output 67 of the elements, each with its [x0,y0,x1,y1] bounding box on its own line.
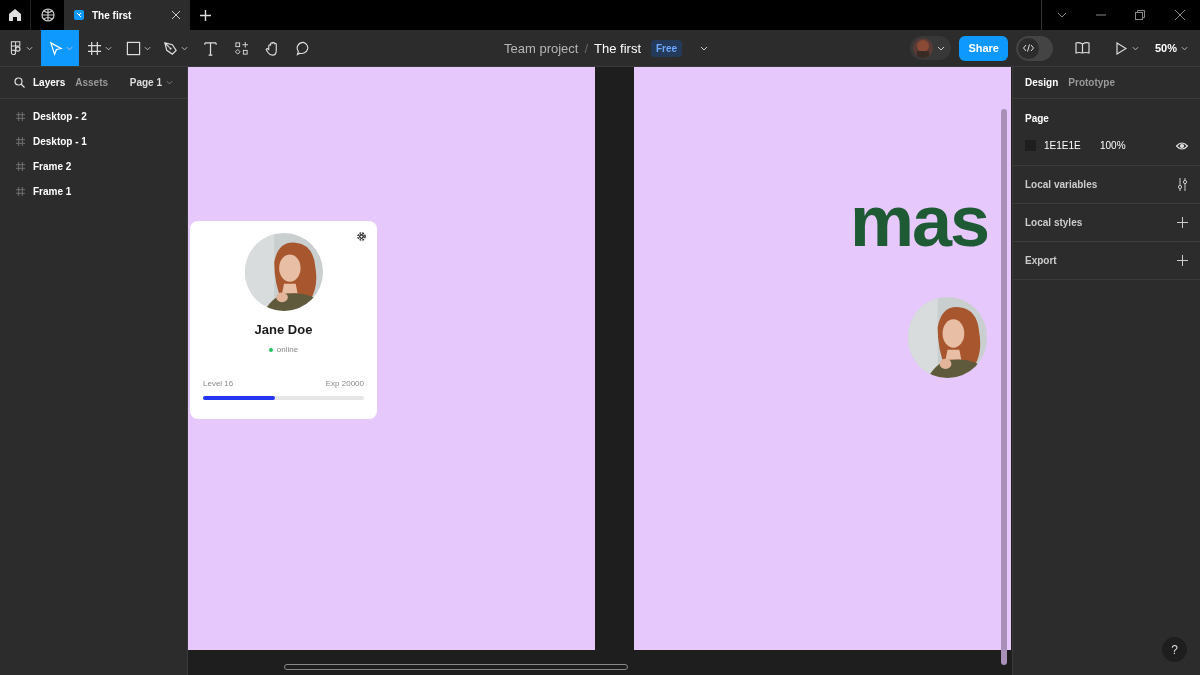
panel-tab[interactable]: Design [1025,75,1059,90]
vertical-scrollbar[interactable] [1001,109,1007,665]
sliders-icon[interactable] [1177,178,1188,191]
rectangle-icon [125,40,141,56]
plus-icon [199,9,211,21]
close-icon [1175,10,1185,20]
chevron-down-icon [1131,45,1139,51]
frame-icon [16,137,25,146]
globe-icon [40,8,55,22]
status-label: online [276,343,299,356]
section-title[interactable]: Export [1025,253,1057,268]
dev-mode-toggle[interactable] [1015,35,1053,61]
file-tab[interactable]: The first [64,0,190,30]
level-label: Level 16 [203,377,234,390]
restore-icon [1135,10,1145,20]
layer-item[interactable]: Frame 1 [33,184,72,199]
frame-icon [16,187,25,196]
project-name[interactable]: Team project [504,38,579,59]
present-button[interactable] [1115,41,1139,55]
logo-icon [8,40,23,56]
plus-icon[interactable] [1177,217,1188,228]
panel-tab[interactable]: Layers [33,75,66,90]
plan-badge: Free [651,40,683,57]
minimize-icon [1096,14,1106,16]
color-value[interactable]: 1E1E1E [1044,138,1100,153]
horizontal-scrollbar[interactable] [284,664,628,670]
exp-label: Exp 20000 [325,377,364,390]
home-icon [8,8,22,22]
frame-icon [16,162,25,171]
book-icon[interactable] [1074,42,1090,54]
section-title[interactable]: Local styles [1025,215,1083,230]
file-icon [74,10,84,20]
profile-name: Jane Doe [254,321,313,339]
plus-icon[interactable] [1177,255,1188,266]
frame-icon [16,112,25,121]
file-name[interactable]: The first [594,38,641,59]
chevron-down-icon [1181,45,1188,51]
section-title: Page [1025,112,1050,126]
close-icon[interactable] [172,11,180,19]
chevron-down-icon [1057,12,1067,18]
layer-item[interactable]: Desktop - 2 [33,109,87,124]
breadcrumb-separator: / [584,39,589,58]
panel-tab[interactable]: Prototype [1068,75,1115,90]
zoom-menu[interactable]: 50% [1154,39,1188,57]
play-icon [1115,41,1127,55]
headline-text: mas [850,185,989,257]
chevron-down-icon [166,80,173,85]
opacity-value[interactable]: 100% [1100,138,1126,153]
page-menu[interactable]: Page 1 [129,75,173,90]
section-title[interactable]: Local variables [1025,177,1098,192]
help-button[interactable]: ? [1162,637,1187,662]
code-icon [1022,44,1034,52]
speech-bubble-icon [296,40,311,56]
hand-icon [265,40,280,56]
frame-icon [87,40,102,56]
pen-icon [163,40,178,56]
chevron-down-icon [937,45,946,51]
text-icon [203,40,218,56]
panel-tab[interactable]: Assets [75,75,109,90]
settings-icon[interactable] [357,232,366,241]
chevron-down-icon[interactable] [700,46,709,51]
layer-item[interactable]: Desktop - 1 [33,134,87,149]
layer-item[interactable]: Frame 2 [33,159,72,174]
pointer-icon [47,40,63,56]
eye-icon[interactable] [1176,141,1188,150]
search-icon[interactable] [14,77,25,88]
shapes-icon [234,40,249,56]
